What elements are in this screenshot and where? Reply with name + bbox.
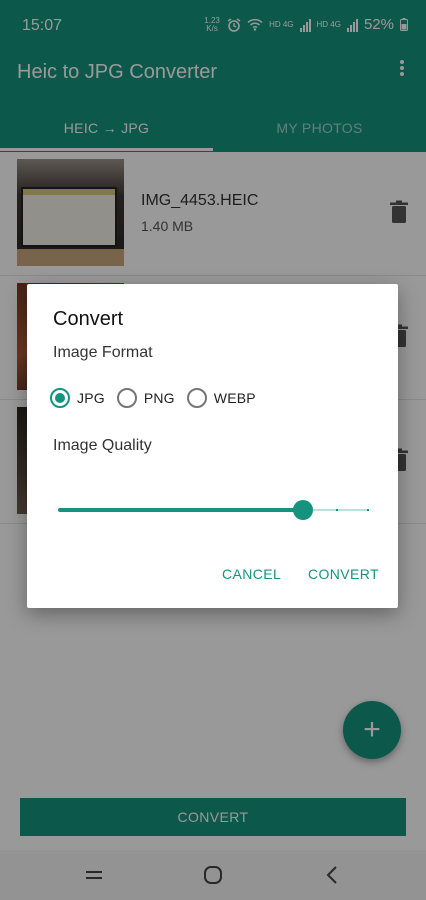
convert-button[interactable]: CONVERT	[308, 566, 379, 582]
quality-slider[interactable]	[58, 498, 369, 522]
image-quality-label: Image Quality	[53, 437, 152, 454]
format-option-webp[interactable]: WEBP	[186, 388, 256, 408]
radio-jpg[interactable]	[50, 388, 70, 408]
convert-dialog: Convert Image Format JPG PNG WEBP Image …	[27, 284, 398, 608]
format-option-png[interactable]: PNG	[116, 388, 175, 408]
format-option-label: WEBP	[213, 390, 256, 406]
slider-thumb[interactable]	[292, 500, 313, 520]
image-format-label: Image Format	[53, 344, 153, 361]
radio-png[interactable]	[116, 388, 137, 408]
format-radio-group: JPG PNG WEBP	[50, 388, 268, 408]
dialog-title: Convert	[53, 308, 124, 330]
format-option-jpg[interactable]: JPG	[50, 388, 105, 408]
slider-tick	[336, 509, 338, 511]
radio-webp[interactable]	[186, 388, 207, 408]
slider-fill	[58, 508, 303, 512]
cancel-button[interactable]: CANCEL	[222, 566, 281, 582]
format-option-label: PNG	[143, 390, 175, 406]
slider-tick	[367, 509, 369, 511]
format-option-label: JPG	[77, 390, 105, 406]
